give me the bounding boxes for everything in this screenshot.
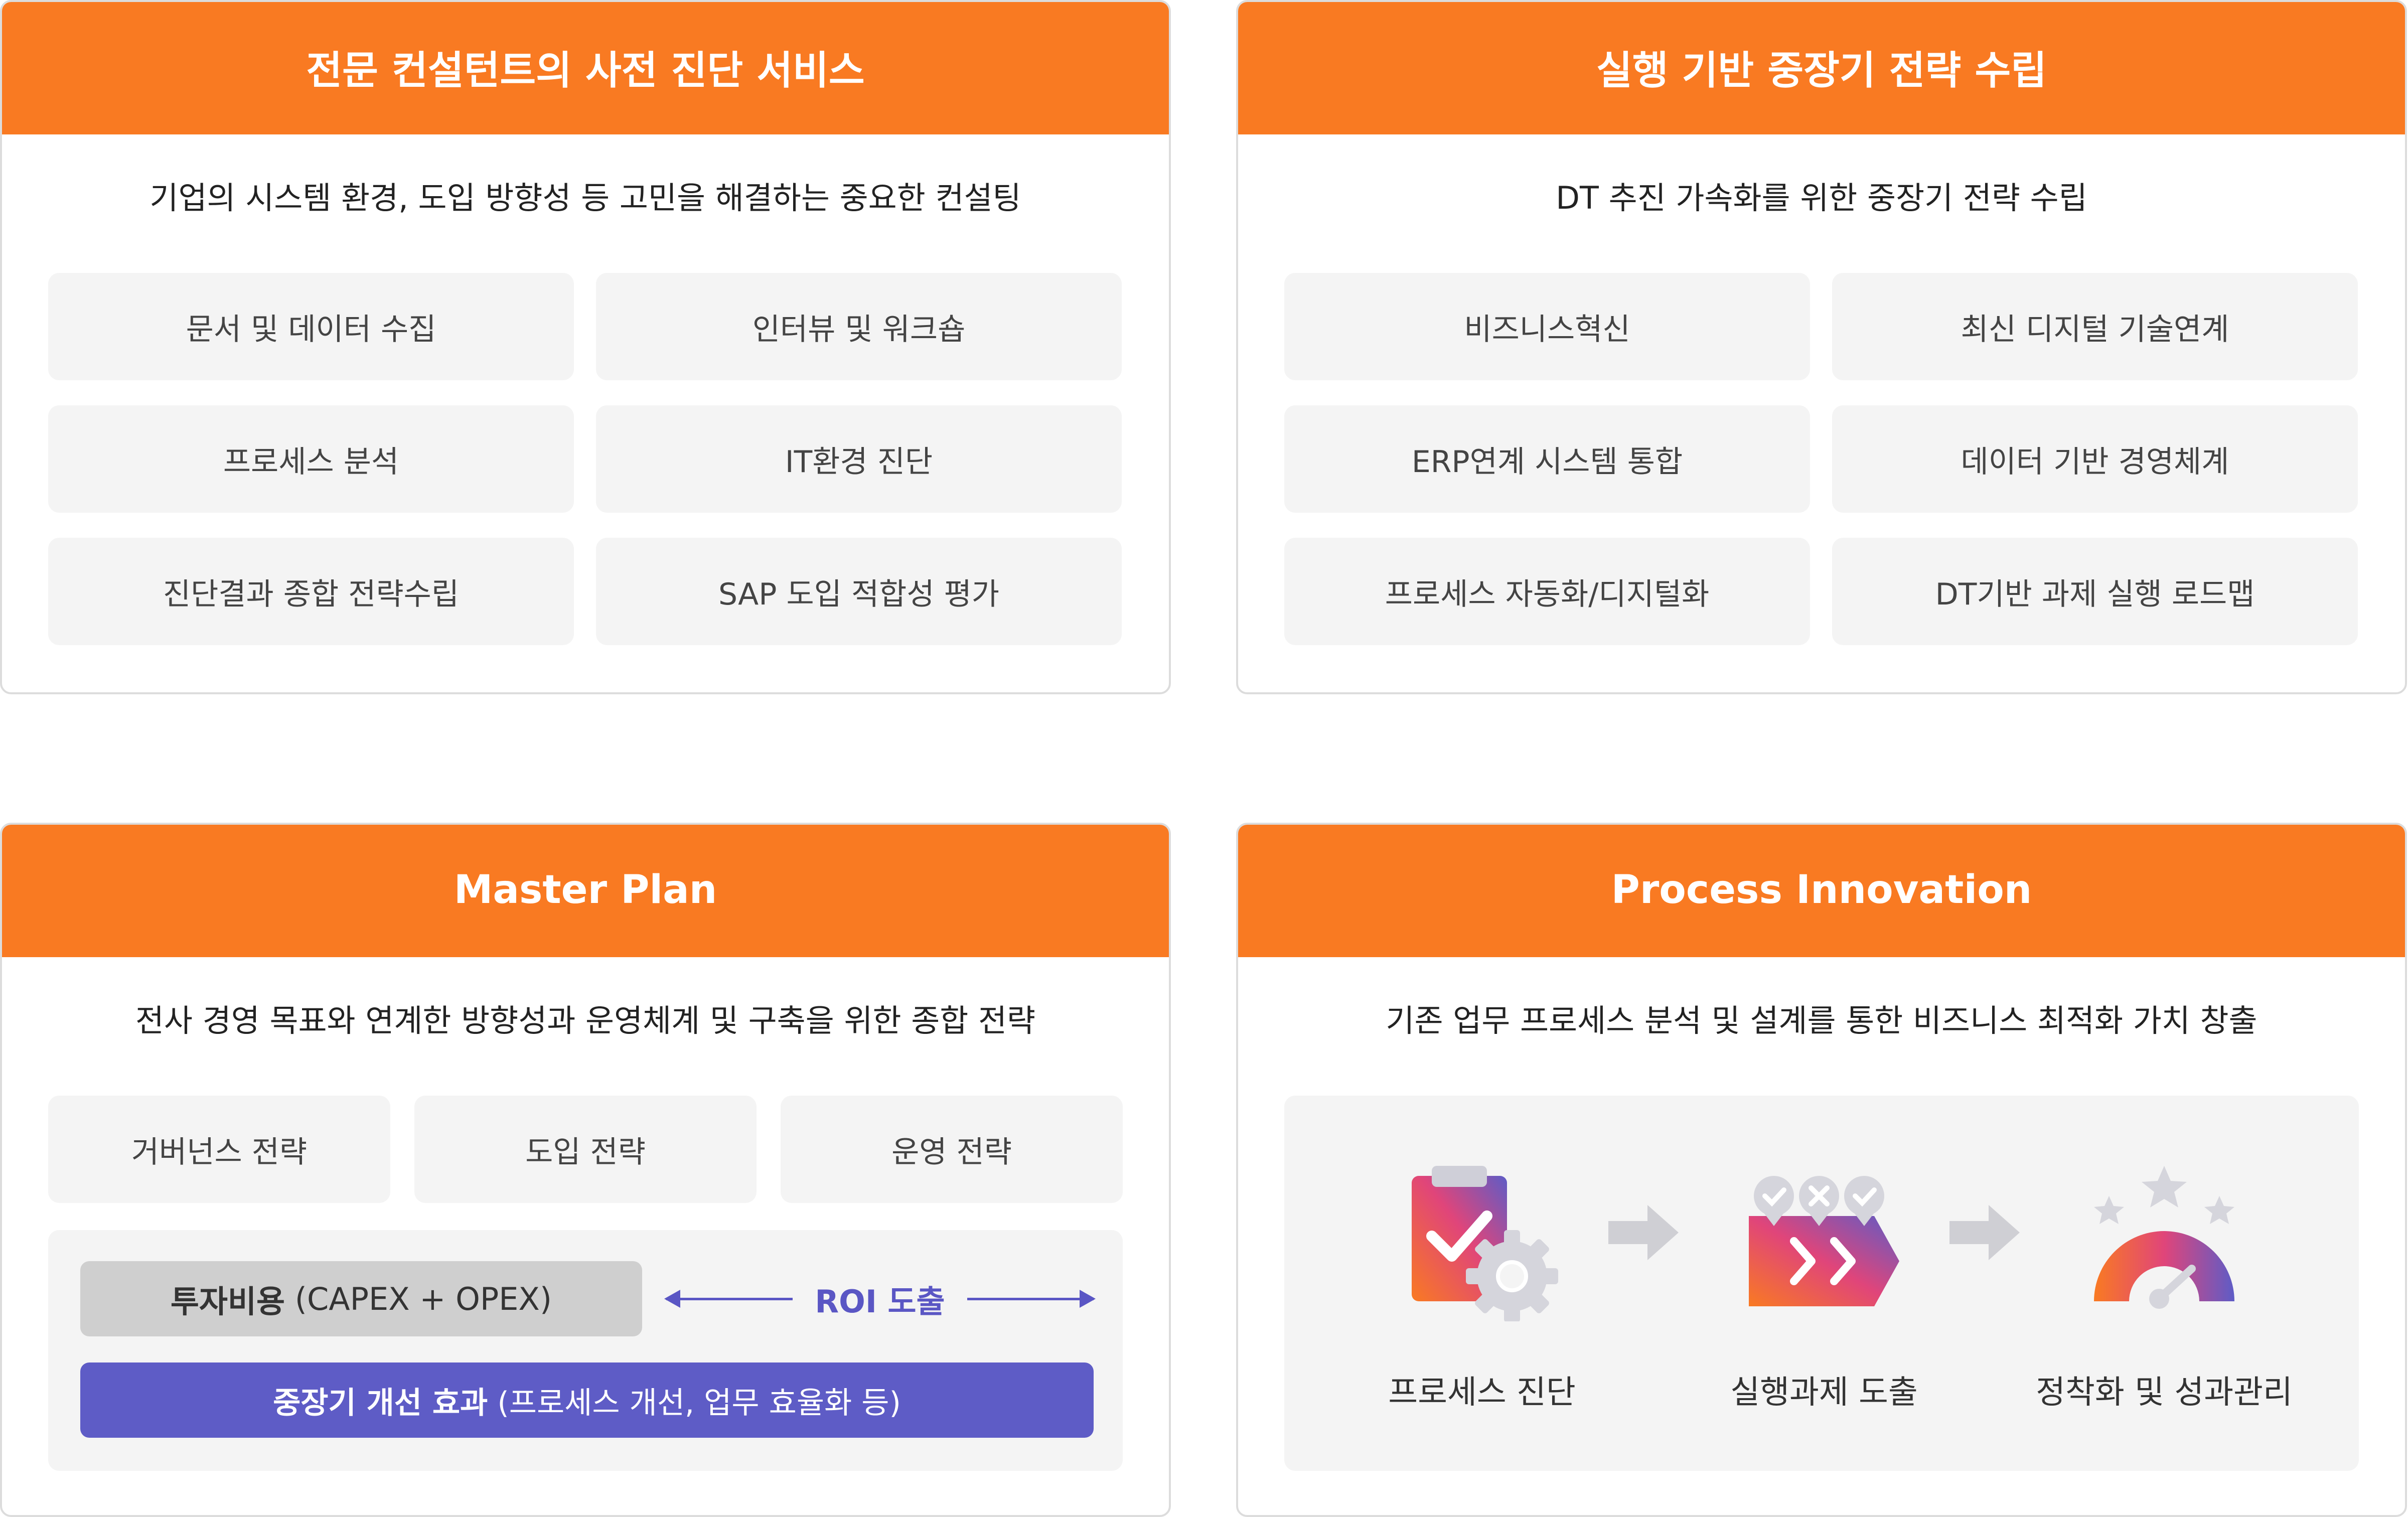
- consulting-card: 전문 컨설턴트의 사전 진단 서비스 기업의 시스템 환경, 도입 방향성 등 …: [0, 0, 1171, 694]
- effect-detail: (프로세스 개선, 업무 효율화 등): [488, 1385, 901, 1421]
- right-arrow-icon: [1949, 1205, 2020, 1260]
- process-step: 정착화 및 성과관리: [2024, 1096, 2305, 1471]
- gauge-stars-icon: [2094, 1166, 2234, 1309]
- card-subtitle: 전사 경영 목표와 연계한 방향성과 운영체계 및 구축을 위한 종합 전략: [135, 1002, 1036, 1039]
- task-chevron-icon: [1749, 1176, 1899, 1306]
- effect-label: 중장기 개선 효과: [273, 1385, 488, 1421]
- strategy-item: DT기반 과제 실행 로드맵: [1832, 538, 2358, 645]
- service-item: 문서 및 데이터 수집: [48, 273, 574, 380]
- strategy-item: ERP연계 시스템 통합: [1284, 405, 1810, 513]
- roi-indicator: ROI 도출: [664, 1261, 1096, 1336]
- investment-cost-bar: 투자비용 (CAPEX + OPEX): [80, 1261, 642, 1336]
- strategy-item: 데이터 기반 경영체계: [1832, 405, 2358, 513]
- step-label: 정착화 및 성과관리: [2036, 1374, 2293, 1411]
- strategy-item: 비즈니스혁신: [1284, 273, 1810, 380]
- plan-item: 도입 전략: [414, 1096, 757, 1203]
- master-plan-card: Master Plan 전사 경영 목표와 연계한 방향성과 운영체계 및 구축…: [0, 823, 1171, 1517]
- left-arrow-icon: [664, 1289, 793, 1308]
- process-innovation-card: Process Innovation 기존 업무 프로세스 분석 및 설계를 통…: [1236, 823, 2407, 1517]
- investment-label: 투자비용: [170, 1283, 285, 1320]
- roi-label: ROI 도출: [815, 1283, 945, 1320]
- card-title: Master Plan: [2, 825, 1169, 957]
- process-step: 실행과제 도출: [1684, 1096, 1965, 1471]
- card-subtitle: DT 추진 가속화를 위한 중장기 전략 수립: [1556, 180, 2087, 216]
- right-arrow-icon: [967, 1289, 1096, 1308]
- improvement-effect-bar: 중장기 개선 효과 (프로세스 개선, 업무 효율화 등): [80, 1362, 1094, 1438]
- service-item: IT환경 진단: [596, 405, 1122, 513]
- strategy-item: 최신 디지털 기술연계: [1832, 273, 2358, 380]
- process-flow: 프로세스 진단 실행과제 도출 정착화 및 성과관리: [1284, 1096, 2359, 1471]
- strategy-card: 실행 기반 중장기 전략 수립 DT 추진 가속화를 위한 중장기 전략 수립 …: [1236, 0, 2407, 694]
- roi-panel: 투자비용 (CAPEX + OPEX) ROI 도출 중장기 개선 효과 (프로…: [48, 1230, 1123, 1471]
- investment-detail: (CAPEX + OPEX): [285, 1280, 552, 1317]
- service-item: SAP 도입 적합성 평가: [596, 538, 1122, 645]
- right-arrow-icon: [1608, 1205, 1679, 1260]
- step-label: 프로세스 진단: [1388, 1374, 1576, 1411]
- process-step: 프로세스 진단: [1341, 1096, 1622, 1471]
- card-title: 전문 컨설턴트의 사전 진단 서비스: [2, 2, 1169, 134]
- clipboard-gear-icon: [1412, 1166, 1558, 1321]
- service-item: 프로세스 분석: [48, 405, 574, 513]
- strategy-item: 프로세스 자동화/디지털화: [1284, 538, 1810, 645]
- card-subtitle: 기업의 시스템 환경, 도입 방향성 등 고민을 해결하는 중요한 컨설팅: [149, 180, 1021, 216]
- step-label: 실행과제 도출: [1730, 1374, 1918, 1411]
- service-item: 진단결과 종합 전략수립: [48, 538, 574, 645]
- card-subtitle: 기존 업무 프로세스 분석 및 설계를 통한 비즈니스 최적화 가치 창출: [1386, 1002, 2258, 1039]
- card-title: 실행 기반 중장기 전략 수립: [1238, 2, 2405, 134]
- plan-item: 운영 전략: [781, 1096, 1123, 1203]
- plan-item: 거버넌스 전략: [48, 1096, 390, 1203]
- card-title: Process Innovation: [1238, 825, 2405, 957]
- service-item: 인터뷰 및 워크숍: [596, 273, 1122, 380]
